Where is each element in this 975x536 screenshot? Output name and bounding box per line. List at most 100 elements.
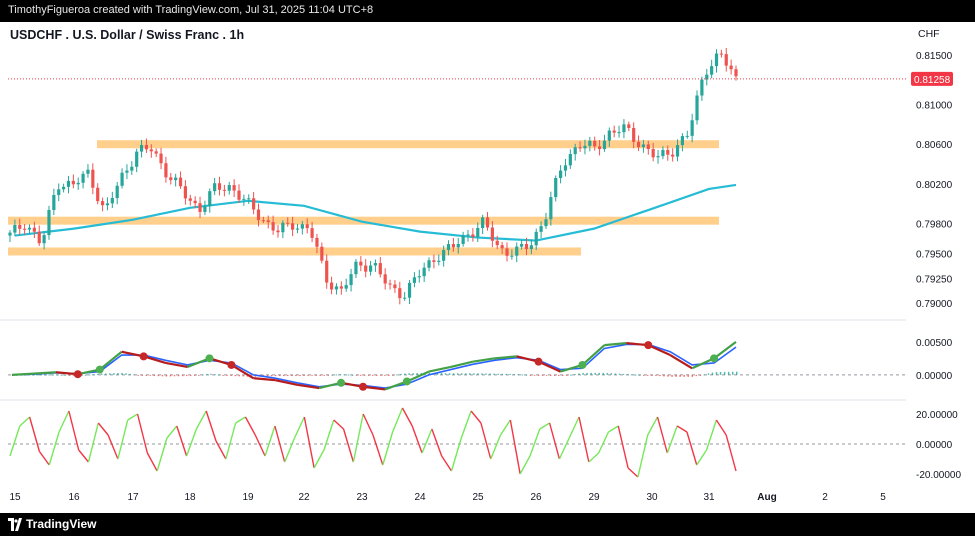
oscillator-segment [264, 425, 276, 457]
oscillator-segment [38, 451, 50, 466]
macd-histogram-bar [456, 373, 459, 375]
oscillator-segment [519, 455, 531, 475]
candle [110, 198, 114, 204]
macd-cross-dot [534, 357, 543, 366]
price-tick-label: 0.81000 [916, 101, 953, 112]
candle [193, 200, 197, 204]
candle [305, 224, 309, 229]
macd-histogram-bar [578, 373, 580, 375]
macd-histogram-bar [594, 372, 596, 375]
candle [378, 263, 382, 275]
macd-histogram-bar [618, 373, 621, 375]
macd-histogram-bar [477, 373, 479, 375]
candle [295, 228, 300, 230]
chart-title: USDCHF . U.S. Dollar / Swiss Franc . 1h [10, 28, 245, 42]
candle [383, 274, 387, 284]
macd-histogram-bar [137, 374, 139, 376]
candle [368, 265, 373, 272]
candle [188, 198, 192, 201]
candle [349, 274, 353, 286]
oscillator-segment [333, 419, 345, 430]
macd-signal-line [11, 343, 737, 389]
candle [252, 198, 256, 210]
macd-histogram-bar [537, 374, 540, 376]
candle [505, 248, 509, 256]
macd-histogram-bar [663, 374, 665, 377]
candle [646, 144, 650, 150]
candle [222, 189, 226, 191]
candle [159, 153, 163, 164]
oscillator-segment [608, 425, 619, 433]
candle [344, 285, 348, 289]
oscillator-segment [244, 416, 256, 436]
macd-histogram-bar [270, 374, 273, 377]
macd-cross-dot [337, 378, 346, 387]
candle [481, 217, 485, 228]
x-tick-label: 5 [880, 492, 886, 503]
candle [578, 147, 582, 149]
candle [719, 53, 723, 55]
candle [710, 66, 714, 75]
candle [271, 222, 275, 231]
candle [120, 172, 124, 186]
macd-histogram-bar [465, 373, 467, 375]
oscillator-segment [421, 428, 433, 454]
oscillator-segment [97, 422, 109, 436]
oscillator-segment [205, 410, 217, 442]
candle [656, 156, 660, 158]
x-tick-label: 2 [822, 492, 828, 503]
candle [320, 246, 324, 261]
oscillator-segment [156, 437, 168, 472]
macd-histogram-bar [181, 374, 184, 377]
macd-histogram-bar [282, 374, 285, 377]
oscillator-segment [411, 425, 423, 454]
chart-frame: TimothyFigueroa created with TradingView… [0, 0, 975, 536]
candle [61, 186, 66, 190]
candle [456, 244, 460, 248]
candle [627, 124, 631, 128]
macd-histogram-bar [278, 374, 281, 377]
candle [446, 244, 451, 251]
macd-histogram-bar [703, 374, 706, 376]
candle [18, 225, 22, 229]
macd-histogram-bar [380, 374, 382, 376]
macd-histogram-bar [351, 374, 354, 376]
oscillator-segment [656, 416, 668, 454]
candle [588, 140, 592, 146]
macd-histogram-bar [699, 374, 702, 376]
macd-line-segment [669, 354, 693, 370]
oscillator-segment [127, 413, 138, 421]
oscillator-segment [450, 437, 462, 472]
macd-histogram-bar [323, 374, 325, 376]
oscillator-segment [176, 425, 188, 457]
candle [91, 169, 95, 188]
macd-histogram-bar [230, 374, 232, 376]
macd-histogram-bar [226, 374, 228, 376]
oscillator-segment [225, 422, 237, 460]
candle [281, 222, 285, 233]
currency-label: CHF [918, 28, 940, 40]
candle [539, 226, 543, 232]
candle [32, 227, 36, 232]
macd-histogram-bar [412, 373, 414, 375]
candle [695, 95, 699, 121]
macd-histogram-bar [287, 374, 289, 377]
candle [636, 141, 641, 148]
oscillator-segment [391, 407, 404, 433]
macd-histogram-bar [331, 374, 334, 376]
oscillator-segment [342, 428, 355, 463]
oscillator-segment [637, 434, 649, 478]
macd-histogram-bar [335, 374, 338, 376]
oscillator-segment [87, 422, 99, 463]
candle [276, 230, 280, 233]
macd-histogram-bar [444, 373, 447, 375]
macd-histogram-bar [582, 372, 584, 375]
macd-cross-dot [644, 341, 653, 350]
tradingview-logo-icon [8, 518, 22, 531]
oscillator-segment [705, 419, 718, 451]
candle [685, 135, 689, 137]
price-chart[interactable]: 0.81500 0.81000 0.80600 0.80200 0.79800 0.795… [0, 22, 975, 513]
oscillator-segment [509, 419, 521, 475]
macd-histogram-bar [655, 374, 657, 376]
macd-histogram-bar [501, 373, 503, 375]
